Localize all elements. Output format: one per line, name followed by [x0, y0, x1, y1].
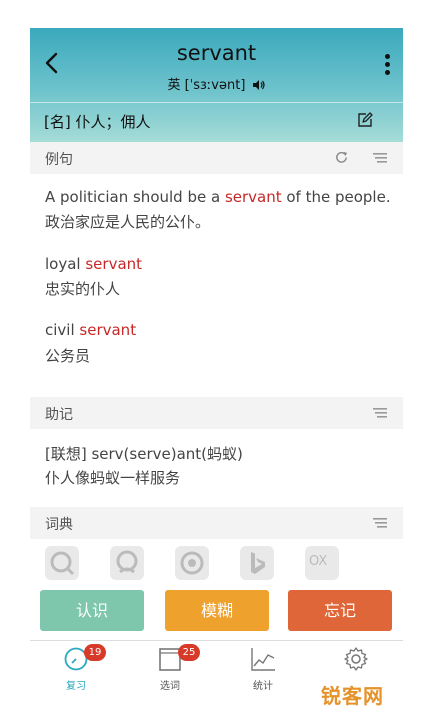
- review-badge: 19: [84, 644, 106, 661]
- phonetic-row: 英 [ˈsɜːvənt]: [30, 74, 403, 93]
- tab-stats-label: 统计: [253, 681, 273, 692]
- more-menu-icon[interactable]: [385, 54, 391, 76]
- tab-review[interactable]: 19 复习: [46, 641, 106, 692]
- examples-section-header: 例句: [30, 142, 403, 174]
- word-title: servant: [176, 41, 257, 65]
- tab-select-words[interactable]: 25 选词: [140, 641, 200, 692]
- mnemonic-section-header: 助记: [30, 397, 403, 429]
- oxford-icon[interactable]: OX: [305, 546, 339, 580]
- know-button[interactable]: 认识: [40, 590, 144, 631]
- sort-lines-icon[interactable]: [373, 153, 387, 163]
- example-1-highlight: servant: [224, 188, 282, 206]
- dict-icon-2[interactable]: [110, 546, 144, 580]
- tab-review-label: 复习: [66, 681, 86, 692]
- tab-stats[interactable]: 统计: [233, 641, 293, 692]
- sort-lines-icon[interactable]: [373, 518, 387, 528]
- example-1-zh: 政治家应是人民的公仆。: [45, 213, 211, 231]
- example-2-highlight: servant: [85, 255, 143, 273]
- refresh-icon[interactable]: [334, 150, 349, 165]
- dictionary-section-header: 词典: [30, 507, 403, 539]
- tab-select-words-label: 选词: [160, 681, 180, 692]
- dictionary-title: 词典: [45, 517, 73, 533]
- header-divider: [30, 102, 403, 103]
- edit-icon[interactable]: [357, 112, 373, 128]
- bing-icon[interactable]: [240, 546, 274, 580]
- word-meaning: [名] 仆人；佣人: [44, 113, 151, 131]
- examples-title: 例句: [45, 152, 73, 168]
- watermark-logo: 锐客网: [321, 684, 384, 708]
- phonetic-text: 英 [ˈsɜːvənt]: [167, 78, 246, 93]
- mnemonic-title: 助记: [45, 407, 73, 423]
- example-1-en-before: A politician should be a: [45, 188, 225, 206]
- mnemonic-line-1: [联想] serv(serve)ant(蚂蚁): [45, 445, 243, 463]
- dictionary-icon-row: OX: [45, 546, 345, 580]
- example-3-zh: 公务员: [45, 347, 91, 365]
- dict-icon-3[interactable]: [175, 546, 209, 580]
- example-3-highlight: servant: [79, 321, 137, 339]
- sort-lines-icon[interactable]: [373, 408, 387, 418]
- select-words-badge: 25: [178, 644, 200, 661]
- example-1-en: A politician should be a servant of the …: [45, 188, 391, 206]
- app-screen: servant 英 [ˈsɜːvənt] [名] 仆人；佣人 例句 A poli…: [30, 28, 403, 692]
- word-header: servant 英 [ˈsɜːvənt] [名] 仆人；佣人: [30, 28, 403, 142]
- forget-button[interactable]: 忘记: [288, 590, 392, 631]
- example-2-en-before: loyal: [45, 255, 86, 273]
- stats-chart-icon: [251, 648, 275, 671]
- example-2-en: loyal servant: [45, 255, 142, 273]
- example-2-zh: 忠实的仆人: [45, 280, 121, 298]
- gear-icon: [344, 647, 368, 671]
- vague-button[interactable]: 模糊: [165, 590, 269, 631]
- mnemonic-line-2: 仆人像蚂蚁一样服务: [45, 469, 181, 487]
- example-3-en-before: civil: [45, 321, 80, 339]
- dict-icon-1[interactable]: [45, 546, 79, 580]
- example-1-en-after: of the people.: [281, 188, 391, 206]
- speaker-icon[interactable]: [252, 79, 266, 91]
- example-3-en: civil servant: [45, 321, 136, 339]
- oxford-label: OX: [309, 554, 328, 569]
